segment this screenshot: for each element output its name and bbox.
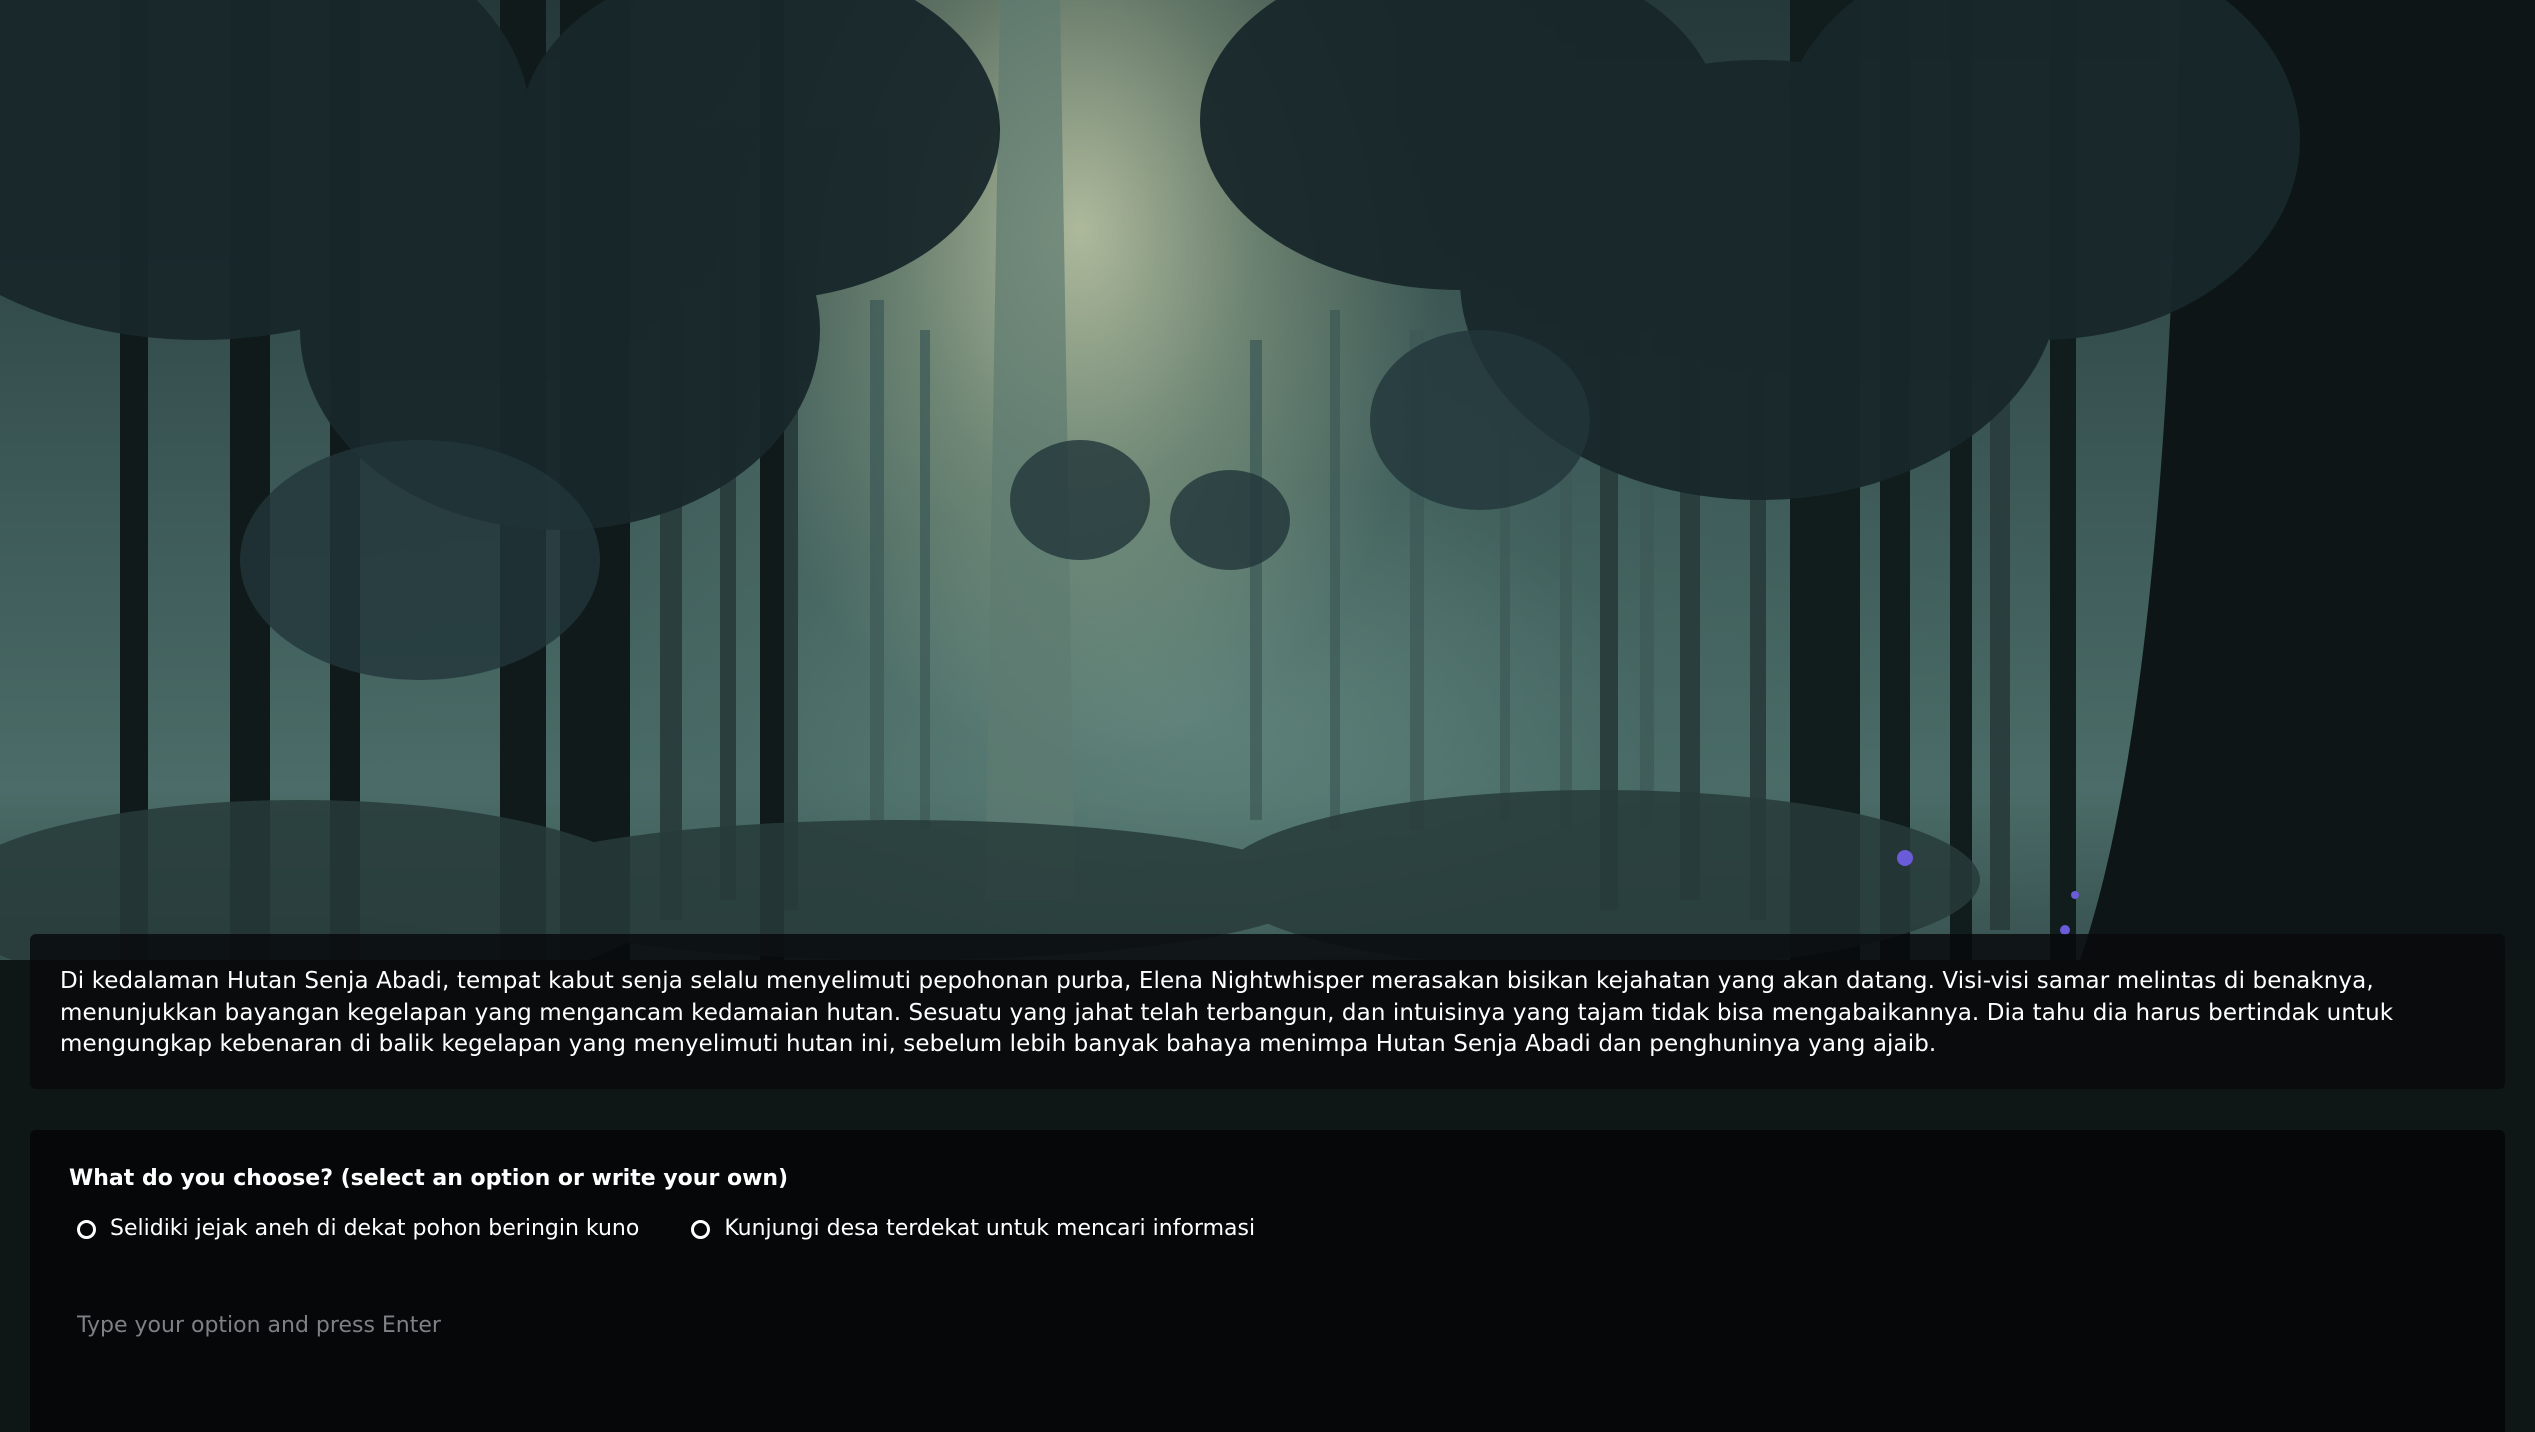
option-list: Selidiki jejak aneh di dekat pohon berin… — [69, 1214, 2466, 1244]
game-screen: Di kedalaman Hutan Senja Abadi, tempat k… — [0, 0, 2535, 1432]
story-text: Di kedalaman Hutan Senja Abadi, tempat k… — [60, 968, 2394, 1057]
option-label: Selidiki jejak aneh di dekat pohon berin… — [110, 1216, 640, 1241]
choice-prompt: What do you choose? (select an option or… — [69, 1166, 789, 1191]
custom-option-input[interactable] — [77, 1302, 2457, 1348]
choice-panel: What do you choose? (select an option or… — [30, 1130, 2505, 1432]
radio-unchecked-icon[interactable] — [77, 1219, 96, 1239]
story-panel: Di kedalaman Hutan Senja Abadi, tempat k… — [30, 934, 2505, 1089]
option-2[interactable]: Kunjungi desa terdekat untuk mencari inf… — [683, 1214, 1255, 1244]
option-1[interactable]: Selidiki jejak aneh di dekat pohon berin… — [69, 1214, 639, 1244]
option-label: Kunjungi desa terdekat untuk mencari inf… — [724, 1216, 1256, 1241]
radio-unchecked-icon[interactable] — [691, 1219, 711, 1239]
